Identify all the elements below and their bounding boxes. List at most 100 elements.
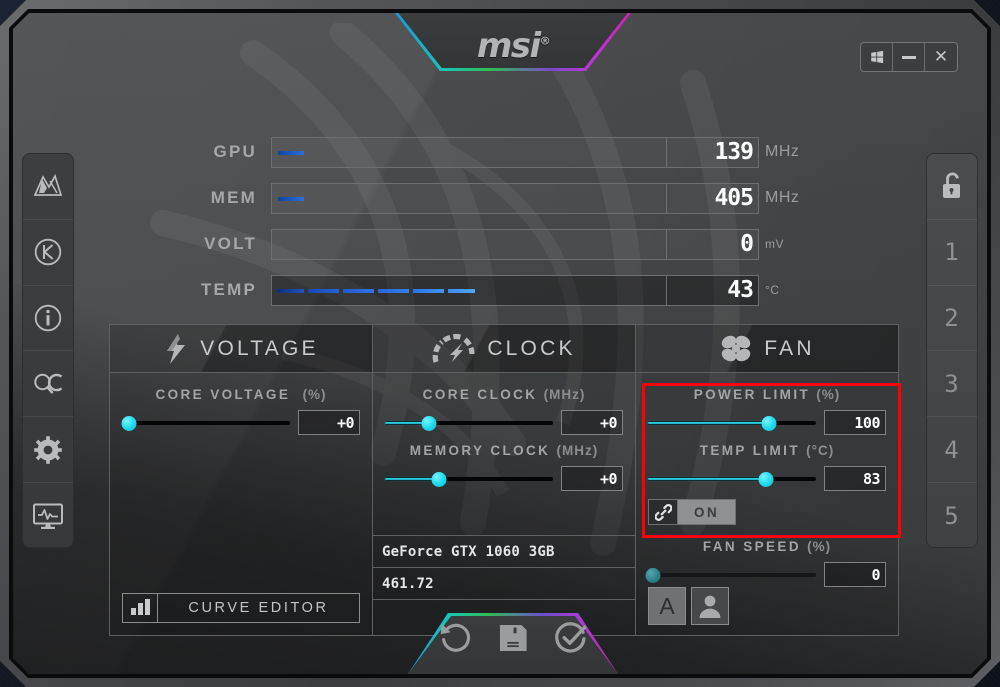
- panel-voltage: VOLTAGE CORE VOLTAGE (%) +0 CURVE EDITOR: [109, 324, 373, 636]
- power-limit-slider[interactable]: [648, 414, 816, 432]
- curve-editor-label: CURVE EDITOR: [188, 600, 329, 616]
- save-button[interactable]: [496, 621, 530, 655]
- monitor-unit-gpu: MHz: [765, 143, 800, 160]
- gear-icon: [33, 435, 63, 465]
- temp-limit-slider[interactable]: [648, 470, 816, 488]
- slider-track: [648, 573, 816, 577]
- profile-slot-3[interactable]: 3: [927, 351, 977, 417]
- user-profile-fan-button[interactable]: [691, 587, 729, 625]
- panel-title-clock: CLOCK: [487, 336, 576, 360]
- panel-clock: CLOCK CORE CLOCK (MHz) +0 MEMORY CLOCK (…: [373, 324, 636, 636]
- monitor-row-volt: VOLT 0 mV: [199, 228, 819, 260]
- profile-slot-2[interactable]: 2: [927, 286, 977, 352]
- core-voltage-label: CORE VOLTAGE (%): [155, 387, 327, 402]
- slider-handle[interactable]: [646, 568, 661, 583]
- settings-button[interactable]: [23, 417, 73, 483]
- bar-seg: [378, 289, 409, 293]
- fan-speed-row: 0: [648, 562, 886, 587]
- temp-limit-row: 83: [648, 466, 886, 491]
- close-icon: ✕: [933, 46, 949, 67]
- panel-title-voltage: VOLTAGE: [200, 336, 319, 360]
- link-chain-icon: [655, 504, 672, 521]
- monitor-value-volt: 0: [667, 229, 759, 260]
- afterburner-window: msi® ✕ 1 2 3 4 5 GPU 139 MHz MEM 405 MHz…: [0, 0, 1000, 687]
- slider-fill: [648, 422, 769, 424]
- oc-scanner-button[interactable]: [23, 351, 73, 417]
- action-bar: [408, 613, 618, 674]
- monitor-unit-mem: MHz: [765, 189, 800, 206]
- kombustor-k-icon: [33, 237, 63, 267]
- left-toolbar: [22, 153, 74, 548]
- unlock-icon: [939, 171, 965, 201]
- memory-clock-label: MEMORY CLOCK (MHz): [409, 443, 599, 458]
- profile-slot-4[interactable]: 4: [927, 417, 977, 483]
- monitor-unit-volt: mV: [765, 237, 784, 251]
- panel-body-fan: POWER LIMIT (%) 100 TEMP LIMIT (°C) 83 O…: [636, 373, 898, 635]
- temp-limit-value[interactable]: 83: [824, 466, 886, 491]
- core-clock-value[interactable]: +0: [561, 410, 623, 435]
- profile-lock-button[interactable]: [927, 154, 977, 220]
- bar-seg: [448, 289, 475, 293]
- memory-clock-slider[interactable]: [385, 470, 553, 488]
- core-voltage-value[interactable]: +0: [298, 410, 360, 435]
- monitor-row-temp: TEMP 43 °C: [199, 274, 819, 306]
- power-limit-value[interactable]: 100: [824, 410, 886, 435]
- fan-speed-slider[interactable]: [648, 566, 816, 584]
- auto-fan-button[interactable]: A: [648, 587, 686, 625]
- minimize-icon: [902, 56, 916, 59]
- power-limit-row: 100: [648, 410, 886, 435]
- bar-seg: [413, 289, 444, 293]
- temp-limit-label: TEMP LIMIT (°C): [699, 443, 835, 458]
- monitor-bar-gpu: [271, 137, 667, 168]
- minimize-button[interactable]: [893, 43, 925, 71]
- core-voltage-slider[interactable]: [122, 414, 290, 432]
- monitoring-button[interactable]: [23, 483, 73, 549]
- windows-button[interactable]: [861, 43, 893, 71]
- gpu-name: GeForce GTX 1060 3GB: [373, 535, 635, 567]
- bar-fill: [278, 197, 304, 201]
- monitor-graph-icon: [32, 502, 64, 530]
- slider-handle[interactable]: [758, 472, 773, 487]
- slider-handle[interactable]: [431, 472, 446, 487]
- slider-handle[interactable]: [421, 416, 436, 431]
- windows-icon: [870, 50, 884, 64]
- monitor-label-temp: TEMP: [200, 280, 257, 299]
- fan-icon: [719, 334, 753, 364]
- lightning-bolt-icon: [163, 333, 189, 365]
- profile-slot-1[interactable]: 1: [927, 220, 977, 286]
- monitor-label-gpu: GPU: [213, 142, 257, 161]
- msi-logo: msi®: [476, 26, 550, 66]
- monitor-label-mem: MEM: [210, 188, 257, 207]
- kombustor-button[interactable]: [23, 220, 73, 286]
- profile-slot-5[interactable]: 5: [927, 483, 977, 549]
- link-limits-button[interactable]: [648, 499, 678, 525]
- panel-header-fan: FAN: [636, 325, 898, 373]
- bar-chart-icon: [123, 594, 158, 622]
- core-voltage-row: +0: [122, 410, 360, 435]
- memory-clock-value[interactable]: +0: [561, 466, 623, 491]
- msi-dragon-icon: [33, 173, 63, 199]
- bar-fill: [278, 151, 304, 155]
- core-clock-slider[interactable]: [385, 414, 553, 432]
- info-button[interactable]: [23, 286, 73, 352]
- fan-mode-buttons: A: [648, 587, 729, 625]
- reset-button[interactable]: [438, 621, 472, 655]
- core-clock-row: +0: [385, 410, 623, 435]
- apply-button[interactable]: [554, 621, 588, 655]
- msi-dragon-logo-button[interactable]: [23, 154, 73, 220]
- curve-editor-button[interactable]: CURVE EDITOR: [122, 593, 360, 623]
- bar-seg: [308, 289, 339, 293]
- slider-handle[interactable]: [761, 416, 776, 431]
- link-state-label[interactable]: ON: [678, 499, 736, 525]
- slider-fill: [648, 478, 766, 480]
- action-buttons: [408, 621, 618, 655]
- slider-handle[interactable]: [121, 416, 136, 431]
- bar-seg: [343, 289, 374, 293]
- monitor-bar-mem: [271, 183, 667, 214]
- bar-seg: [277, 289, 304, 293]
- fan-speed-value[interactable]: 0: [824, 562, 886, 587]
- info-icon: [33, 303, 63, 333]
- slider-track: [122, 421, 290, 425]
- fan-speed-label: FAN SPEED (%): [702, 539, 832, 554]
- close-button[interactable]: ✕: [925, 43, 957, 71]
